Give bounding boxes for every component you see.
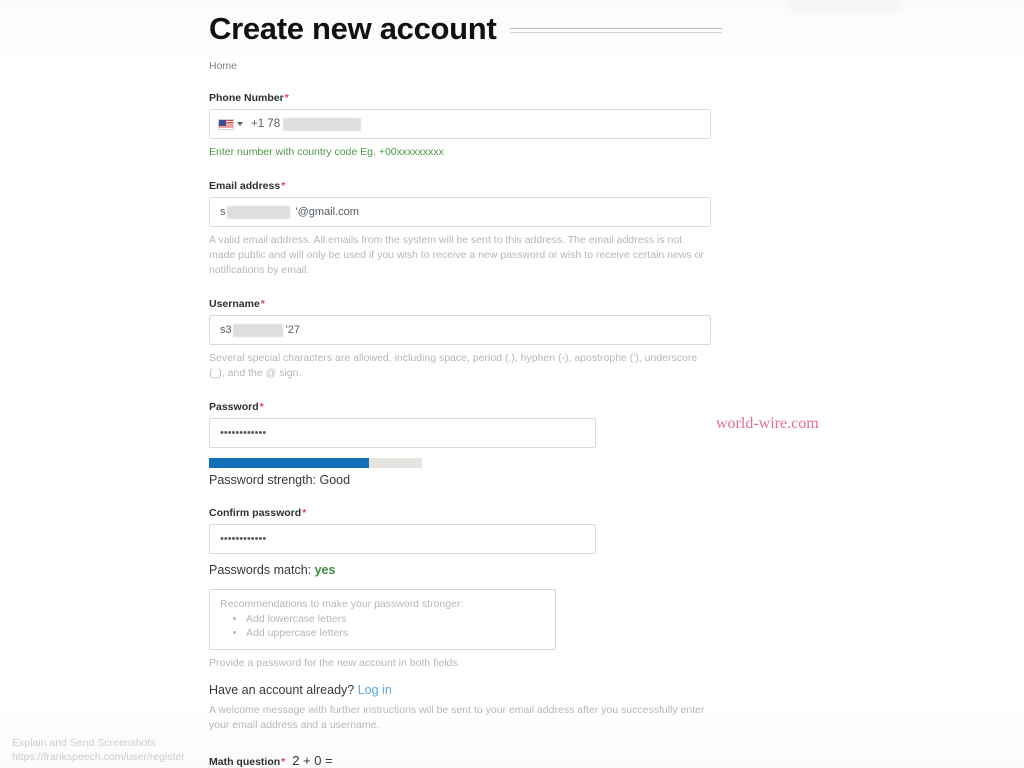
math-question-label-text: Math question <box>209 756 281 768</box>
phone-help-text: Enter number with country code Eg. +00xx… <box>209 146 444 158</box>
recommendations-title: Recommendations to make your password st… <box>220 598 464 610</box>
breadcrumb[interactable]: Home <box>209 60 729 72</box>
confirm-password-label: Confirm password* <box>209 507 729 519</box>
field-password: Password* •••••••••••• Password strength… <box>209 401 729 487</box>
field-math-question: Math question* 2 + 0 = 2 Solve this simp… <box>209 753 729 768</box>
username-label-text: Username <box>209 298 260 310</box>
recommendations-list: Add lowercase letters Add uppercase lett… <box>220 612 545 640</box>
field-phone-number: Phone Number* +1 78 Enter number with co… <box>209 92 729 160</box>
email-input[interactable]: s '@gmail.com <box>209 197 711 227</box>
login-link[interactable]: Log in <box>358 683 392 697</box>
page-root: Create new account Home Phone Number* +1… <box>0 0 1024 768</box>
confirm-password-input[interactable]: •••••••••••• <box>209 524 596 554</box>
email-label: Email address* <box>209 180 729 192</box>
password-required-mark: * <box>259 401 264 413</box>
phone-input[interactable]: +1 78 <box>209 109 711 139</box>
password-value-masked: •••••••••••• <box>220 427 267 439</box>
passwords-match-value: yes <box>314 563 336 577</box>
confirm-password-required-mark: * <box>302 507 307 519</box>
existing-account-prompt: Have an account already? Log in <box>209 683 729 697</box>
email-required-mark: * <box>281 180 286 192</box>
screenshot-tool-watermark: Explain and Send Screenshots https://fra… <box>12 736 185 764</box>
math-question-row: Math question* 2 + 0 = <box>209 753 729 768</box>
screenshot-tool-name: Explain and Send Screenshots <box>12 737 156 749</box>
email-value-prefix: s <box>220 206 226 218</box>
passwords-match-label: Passwords match: <box>209 563 312 577</box>
email-value-suffix: '@gmail.com <box>295 206 359 218</box>
screenshot-tool-url: https://frankspeech.com/user/register <box>12 751 185 763</box>
field-username: Username* s3 '27 Several special charact… <box>209 298 729 381</box>
math-required-mark: * <box>281 756 286 768</box>
list-item: Add lowercase letters <box>246 612 545 626</box>
password-recommendations-box: Recommendations to make your password st… <box>209 589 556 650</box>
registration-form-container: Create new account Home Phone Number* +1… <box>209 0 729 768</box>
phone-label-text: Phone Number <box>209 92 284 104</box>
confirm-password-value-masked: •••••••••••• <box>220 533 267 545</box>
username-label: Username* <box>209 298 729 310</box>
password-strength-label: Password strength: Good <box>209 473 351 487</box>
math-expression: 2 + 0 = <box>292 753 333 768</box>
password-label: Password* <box>209 401 729 413</box>
page-header: Create new account <box>209 0 729 50</box>
title-divider <box>510 27 723 33</box>
username-value-prefix: s3 <box>220 324 232 336</box>
confirm-password-label-text: Confirm password <box>209 507 302 519</box>
phone-value-redacted <box>283 117 362 131</box>
welcome-help-text: A welcome message with further instructi… <box>209 704 705 731</box>
math-question-label: Math question* <box>209 756 285 768</box>
breadcrumb-item-home[interactable]: Home <box>209 60 237 72</box>
username-input[interactable]: s3 '27 <box>209 315 711 345</box>
password-strength-bar <box>209 458 422 468</box>
password-strength-fill <box>209 458 369 468</box>
list-item: Add uppercase letters <box>246 626 545 640</box>
site-watermark: world-wire.com <box>716 415 819 432</box>
background-smudge <box>790 0 900 10</box>
username-help-text: Several special characters are allowed, … <box>209 352 698 379</box>
phone-required-mark: * <box>284 92 289 104</box>
page-title: Create new account <box>209 11 497 46</box>
password-help-text: Provide a password for the new account i… <box>209 657 461 669</box>
username-required-mark: * <box>260 298 265 310</box>
email-value-redacted <box>226 205 290 219</box>
existing-account-text: Have an account already? <box>209 683 355 697</box>
email-label-text: Email address <box>209 180 281 192</box>
phone-label: Phone Number* <box>209 92 729 104</box>
field-email-address: Email address* s '@gmail.com A valid ema… <box>209 180 729 278</box>
passwords-match-status: Passwords match: yes <box>209 563 729 577</box>
username-value-redacted <box>232 323 283 337</box>
phone-value-prefix: +1 78 <box>251 118 281 130</box>
us-flag-icon[interactable] <box>218 118 234 130</box>
password-label-text: Password <box>209 401 259 413</box>
chevron-down-icon[interactable] <box>237 122 243 126</box>
email-help-text: A valid email address. All emails from t… <box>209 234 704 276</box>
password-input[interactable]: •••••••••••• <box>209 418 596 448</box>
field-confirm-password: Confirm password* •••••••••••• Passwords… <box>209 507 729 577</box>
username-value-suffix: '27 <box>285 324 300 336</box>
